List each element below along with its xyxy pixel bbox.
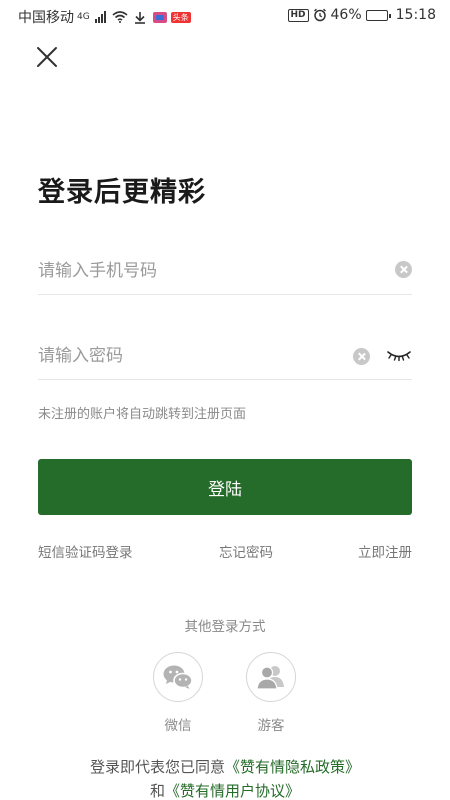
- privacy-policy-link[interactable]: 《赞有情隐私政策》: [225, 758, 360, 776]
- network-type: 4G: [77, 12, 90, 22]
- wifi-icon: [112, 11, 128, 23]
- news-notification-icon: 头条: [170, 11, 191, 23]
- login-button[interactable]: 登陆: [38, 459, 412, 515]
- password-input[interactable]: [38, 334, 338, 378]
- alarm-icon: [313, 8, 326, 22]
- close-icon[interactable]: [34, 44, 60, 70]
- agreement-line-1: 登录即代表您已同意《赞有情隐私政策》: [0, 755, 450, 779]
- guest-login-button[interactable]: 游客: [241, 652, 301, 734]
- agreement-text: 登录即代表您已同意《赞有情隐私政策》 和《赞有情用户协议》: [0, 755, 450, 800]
- app-notification-icon: [152, 11, 167, 23]
- status-right: HD 46% 15:18: [287, 7, 436, 23]
- signal-icon: [94, 11, 106, 23]
- guest-icon: [246, 652, 296, 702]
- carrier-name: 中国移动: [18, 10, 74, 26]
- auth-links: 短信验证码登录 忘记密码 立即注册: [38, 541, 412, 561]
- status-bar: 中国移动 4G 头条 HD 46% 15:18: [0, 0, 450, 30]
- agreement-line-2: 和《赞有情用户协议》: [0, 779, 450, 800]
- download-icon: [134, 11, 145, 24]
- wechat-icon: [153, 652, 203, 702]
- clear-password-icon[interactable]: [353, 348, 370, 365]
- phone-field-row: [38, 249, 412, 295]
- hd-icon: HD: [287, 8, 309, 22]
- battery-icon: [365, 9, 391, 21]
- password-field-row: [38, 334, 412, 380]
- clear-phone-icon[interactable]: [395, 261, 412, 278]
- register-link[interactable]: 立即注册: [358, 541, 412, 561]
- battery-percent: 46%: [330, 7, 362, 23]
- status-left: 中国移动 4G 头条: [18, 7, 191, 27]
- register-hint: 未注册的账户将自动跳转到注册页面: [38, 407, 247, 422]
- eye-closed-icon[interactable]: [386, 346, 412, 364]
- clock: 15:18: [395, 7, 436, 23]
- user-agreement-link[interactable]: 《赞有情用户协议》: [165, 782, 300, 800]
- page-title: 登录后更精彩: [38, 177, 206, 208]
- agreement-and: 和: [149, 782, 165, 800]
- phone-input[interactable]: [38, 249, 338, 293]
- agreement-prefix: 登录即代表您已同意: [89, 758, 225, 776]
- guest-label: 游客: [257, 718, 285, 734]
- sms-login-link[interactable]: 短信验证码登录: [38, 541, 133, 561]
- wechat-login-button[interactable]: 微信: [148, 652, 208, 734]
- forgot-password-link[interactable]: 忘记密码: [219, 541, 273, 561]
- wechat-label: 微信: [164, 718, 192, 734]
- other-login-title: 其他登录方式: [184, 619, 266, 635]
